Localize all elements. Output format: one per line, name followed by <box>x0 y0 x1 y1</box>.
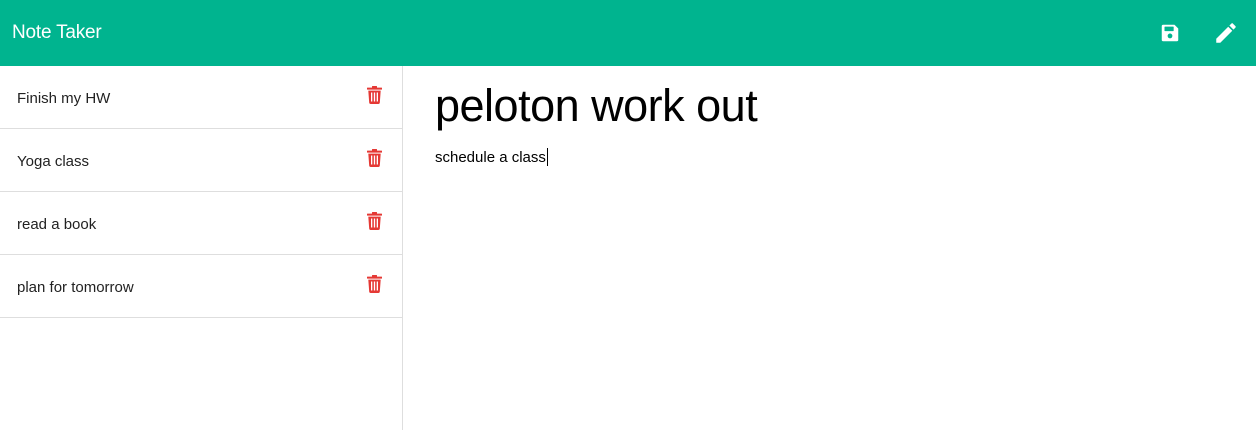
note-textarea[interactable]: schedule a class <box>435 147 1224 167</box>
toolbar <box>1152 0 1244 66</box>
note-list-item[interactable]: read a book <box>0 192 402 255</box>
new-note-button[interactable] <box>1208 15 1244 51</box>
trash-icon <box>366 274 382 293</box>
trash-icon <box>366 148 382 167</box>
note-list-item[interactable]: plan for tomorrow <box>0 255 402 318</box>
save-note-button[interactable] <box>1152 15 1188 51</box>
trash-icon <box>366 85 382 104</box>
app-title: Note Taker <box>12 22 102 43</box>
delete-note-button[interactable] <box>365 85 383 105</box>
delete-note-button[interactable] <box>365 148 383 168</box>
note-list: Finish my HW Yoga class read a book plan… <box>0 66 403 430</box>
trash-icon <box>366 211 382 230</box>
text-cursor <box>546 148 548 166</box>
save-icon <box>1161 24 1179 42</box>
delete-note-button[interactable] <box>365 274 383 294</box>
delete-note-button[interactable] <box>365 211 383 231</box>
note-editor: schedule a class <box>403 66 1256 430</box>
note-list-item-title: Yoga class <box>17 152 89 170</box>
navbar: Note Taker <box>0 0 1256 66</box>
note-list-item-title: read a book <box>17 215 97 233</box>
note-list-item[interactable]: Yoga class <box>0 129 402 192</box>
note-list-item-title: Finish my HW <box>17 89 111 107</box>
note-text: schedule a class <box>435 148 546 166</box>
note-list-item-title: plan for tomorrow <box>17 278 134 296</box>
note-list-item[interactable]: Finish my HW <box>0 66 402 129</box>
pencil-icon <box>1216 23 1236 43</box>
note-title-input[interactable] <box>435 80 1224 132</box>
